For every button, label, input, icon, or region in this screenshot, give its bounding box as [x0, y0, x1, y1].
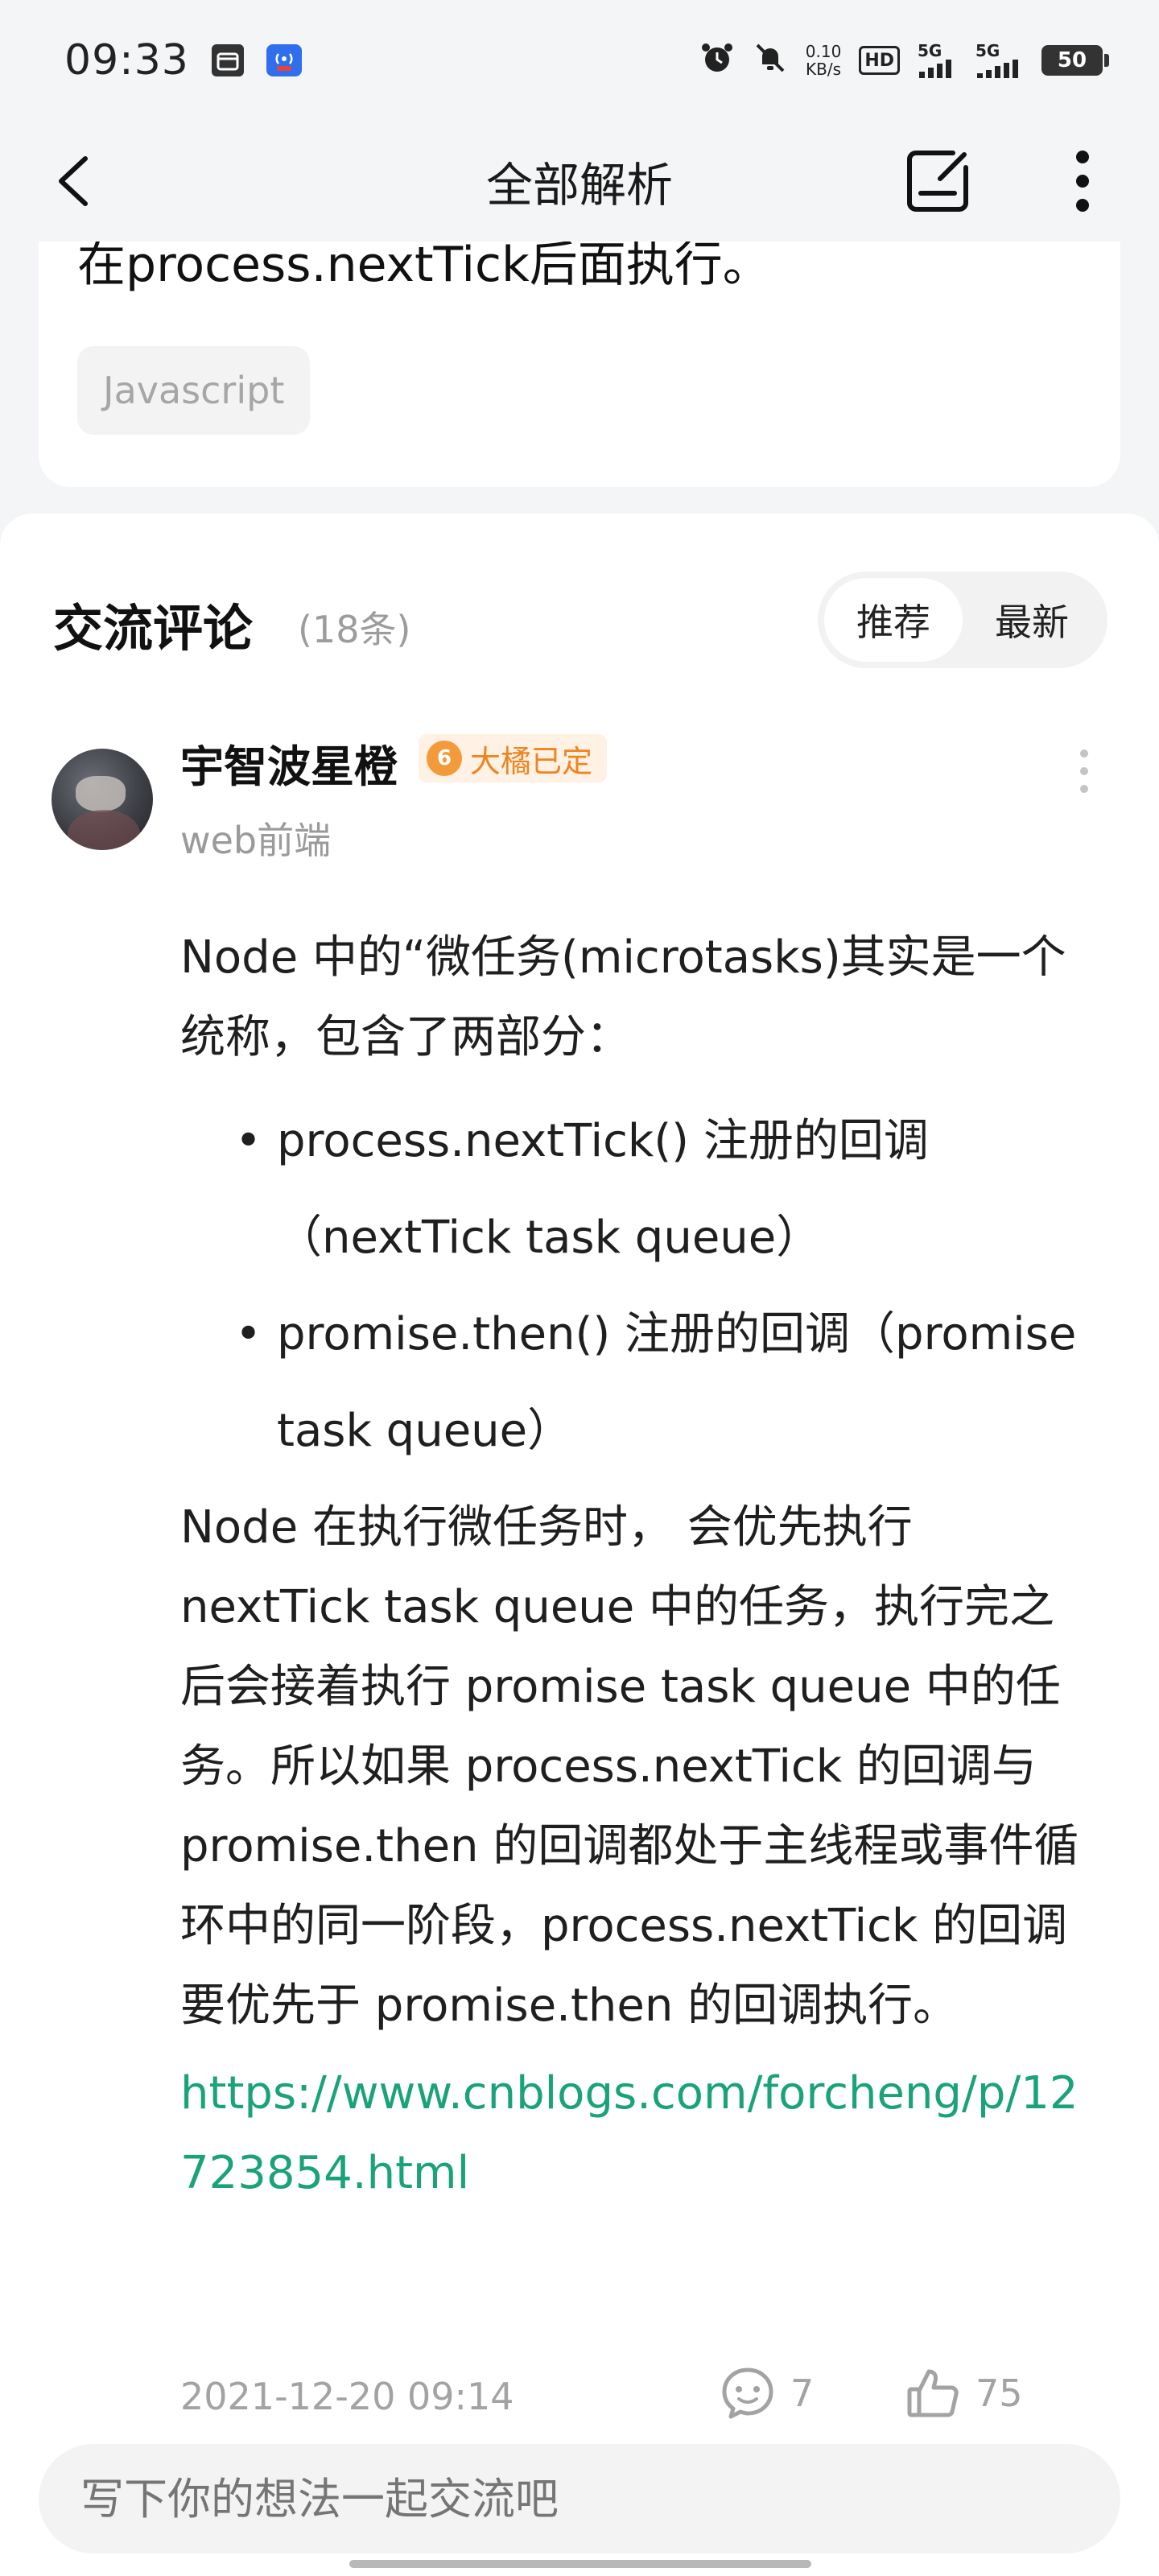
more-vertical-icon — [1080, 749, 1088, 793]
alarm-icon — [699, 40, 735, 81]
edit-note-icon — [907, 151, 968, 212]
hotspot-app-icon — [266, 44, 302, 76]
comment-footer: 2021-12-20 09:14 7 75 — [180, 2357, 1098, 2438]
page-title: 全部解析 — [485, 158, 673, 213]
like-count: 75 — [975, 2372, 1023, 2415]
reference-link[interactable]: https://www.cnblogs.com/forcheng/p/12723… — [180, 2054, 1098, 2213]
bullet-item: promise.then() 注册的回调（promise task queue） — [180, 1286, 1098, 1480]
analysis-card: 在process.nextTick后面执行。 Javascript — [39, 242, 1120, 487]
more-vertical-icon — [1076, 151, 1089, 212]
signal-sim1: 5G — [918, 43, 958, 78]
sim2-label: 5G — [975, 41, 1000, 60]
comment-input[interactable] — [39, 2444, 1120, 2553]
chevron-left-icon — [59, 156, 88, 206]
net-speed-unit: KB/s — [806, 60, 842, 79]
comments-count: (18条) — [298, 608, 411, 651]
nav-bar: 全部解析 — [0, 121, 1159, 242]
status-time: 09:33 — [64, 36, 189, 85]
sort-toggle: 推荐 最新 — [818, 572, 1107, 668]
status-right: 0.10 KB/s HD 5G 5G 50 — [699, 40, 1109, 81]
comment-time: 2021-12-20 09:14 — [180, 2375, 514, 2418]
like-button[interactable]: 75 — [905, 2365, 1023, 2421]
level-badge: 6 — [427, 741, 462, 776]
comment-intro: Node 中的“微任务(microtasks)其实是一个统称，包含了两部分： — [180, 931, 1066, 1063]
analysis-text: 在process.nextTick后面执行。 — [77, 242, 771, 293]
note-button[interactable] — [901, 145, 974, 217]
user-name[interactable]: 宇智波星橙 — [180, 731, 398, 795]
comment-bullets: process.nextTick() 注册的回调（nextTick task q… — [180, 1093, 1098, 1480]
back-button[interactable] — [40, 149, 105, 213]
home-indicator[interactable] — [349, 2560, 811, 2568]
signal-bars-icon — [977, 60, 1018, 78]
signal-sim2: 5G — [975, 43, 1024, 78]
reply-count: 7 — [790, 2372, 815, 2415]
calendar-icon — [211, 44, 244, 76]
thumbs-up-icon — [907, 2369, 959, 2417]
user-badge: 6 大橘已定 — [419, 734, 608, 782]
reply-button[interactable]: 7 — [720, 2365, 814, 2421]
sort-recommended-button[interactable]: 推荐 — [824, 578, 963, 662]
status-bar: 09:33 0.10 KB/s HD 5G 5G 50 — [0, 0, 1159, 121]
battery-indicator: 50 — [1041, 45, 1109, 76]
comments-section: 交流评论 (18条) 推荐 最新 宇智波星橙 6 大橘已定 web前端 Node… — [0, 514, 1159, 2576]
signal-bars-icon — [919, 60, 951, 78]
comments-title: 交流评论 — [53, 599, 254, 658]
status-left: 09:33 — [64, 36, 302, 85]
comment-bubble-icon — [722, 2368, 773, 2419]
sort-latest-button[interactable]: 最新 — [963, 578, 1101, 662]
mute-icon — [753, 40, 788, 81]
avatar[interactable] — [52, 749, 153, 850]
badge-label: 大橘已定 — [470, 743, 593, 779]
comment-paragraph: Node 在执行微任务时， 会优先执行 nextTick task queue … — [180, 1501, 1079, 2032]
comment-more-button[interactable] — [1064, 739, 1104, 803]
more-options-button[interactable] — [1046, 145, 1119, 217]
net-speed-value: 0.10 — [805, 42, 842, 61]
hd-badge: HD — [859, 46, 900, 75]
topic-tag[interactable]: Javascript — [77, 346, 311, 435]
bullet-item: process.nextTick() 注册的回调（nextTick task q… — [180, 1093, 1098, 1286]
net-speed: 0.10 KB/s — [806, 43, 842, 78]
user-role: web前端 — [180, 819, 332, 862]
sim1-label: 5G — [918, 41, 942, 60]
comment-body: Node 中的“微任务(microtasks)其实是一个统称，包含了两部分： p… — [180, 918, 1098, 2213]
